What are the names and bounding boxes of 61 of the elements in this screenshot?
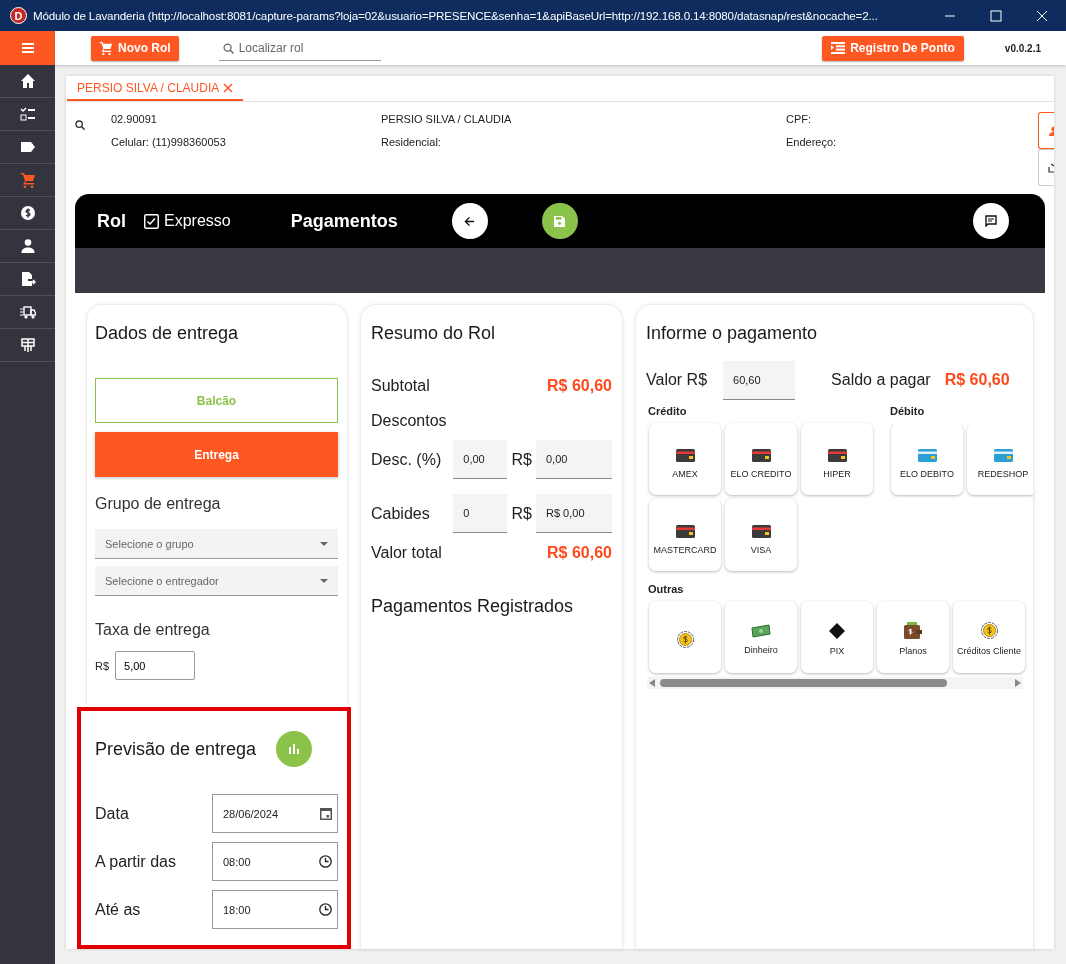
window-title: Módulo de Lavanderia (http://localhost:8081/capture-params?loja=02&usuario=PRESENCE&senha=1&apiBaseUrl=http://192.168.0.14:8080/datasnap/rest&nocache=2... (33, 9, 878, 22)
customer-name: PERSIO SILVA / CLAUDIA (381, 113, 513, 127)
delivery-fee-field[interactable]: 5,00 (115, 651, 196, 680)
section-label: Grupo de entrega (95, 495, 222, 513)
app-logo: D (10, 7, 27, 24)
payment-method-tile[interactable]: Dinheiro (725, 601, 797, 673)
section-title: Pagamentos (290, 210, 398, 232)
amount-label: Valor R$ (646, 371, 708, 389)
dropdown-field[interactable]: Selecione o entregador (95, 566, 338, 596)
payment-method-tile[interactable]: REDESHOP (967, 423, 1033, 495)
payment-method-tile[interactable]: HIPER (801, 423, 873, 495)
field-label: A partir das (95, 852, 176, 871)
total-value: R$ 60,60 (547, 544, 612, 562)
payment-method-tile[interactable]: Planos (877, 601, 949, 673)
home-phone-label: Residencial: (381, 136, 442, 150)
customer-code: 02.90091 (111, 113, 158, 127)
amount-field[interactable]: R$ 0,00 (536, 494, 612, 533)
express-checkbox[interactable]: Expresso (144, 212, 231, 230)
total-label: Valor total (371, 544, 442, 562)
payment-method-tile[interactable]: VISA (725, 499, 797, 571)
payment-method-tile[interactable]: PIX (801, 601, 873, 673)
discounts-label: Descontos (371, 412, 448, 430)
order-title: Rol (97, 210, 126, 232)
subtotal-value: R$ 60,60 (547, 377, 612, 395)
time-field[interactable]: 18:00 (212, 890, 338, 930)
field-label: Cabides (371, 504, 431, 523)
quantity-field[interactable]: 0 (453, 494, 508, 533)
card-title: Informe o pagamento (646, 323, 819, 344)
field-label: Desc. (%) (371, 450, 443, 469)
currency-label: R$ (510, 450, 533, 469)
card-title: Dados de entrega (95, 323, 240, 344)
balance-label: Saldo a pagar (831, 371, 931, 389)
amount-field[interactable]: 0,00 (536, 440, 612, 479)
subtotal-label: Subtotal (371, 377, 430, 395)
payment-method-tile[interactable]: Créditos Cliente (953, 601, 1025, 673)
group-label: Débito (890, 405, 926, 417)
payment-method-tile[interactable]: AMEX (649, 423, 721, 495)
section-title: Pagamentos Registrados (371, 596, 575, 617)
field-label: Data (95, 804, 129, 823)
currency-label: R$ (510, 504, 533, 523)
card-title: Resumo do Rol (371, 323, 497, 344)
payment-method-tile[interactable]: MASTERCARD (649, 499, 721, 571)
address-label: Endereço: (786, 136, 838, 150)
section-label: Taxa de entrega (95, 621, 211, 639)
payment-method-tile[interactable]: ELO CREDITO (725, 423, 797, 495)
search-field[interactable]: Localizar rol (218, 35, 381, 61)
group-label: Crédito (648, 405, 688, 417)
currency-label: R$ (95, 659, 110, 672)
mobile-phone: Celular: (11)998360053 (111, 136, 227, 150)
balance-value: R$ 60,60 (944, 371, 1010, 389)
group-label: Outras (648, 583, 685, 595)
time-field[interactable]: 08:00 (212, 842, 338, 882)
date-field[interactable]: 28/06/2024 (212, 794, 338, 834)
field-label: Até as (95, 900, 141, 919)
dropdown-field[interactable]: Selecione o grupo (95, 529, 338, 559)
amount-field[interactable]: 60,60 (723, 360, 796, 400)
payment-method-tile[interactable]: ELO DEBITO (891, 423, 963, 495)
card-title: Previsão de entrega (95, 738, 257, 760)
version-label: v0.0.2.1 (1004, 42, 1041, 54)
cpf-label: CPF: (786, 113, 813, 127)
quantity-field[interactable]: 0,00 (453, 440, 508, 479)
